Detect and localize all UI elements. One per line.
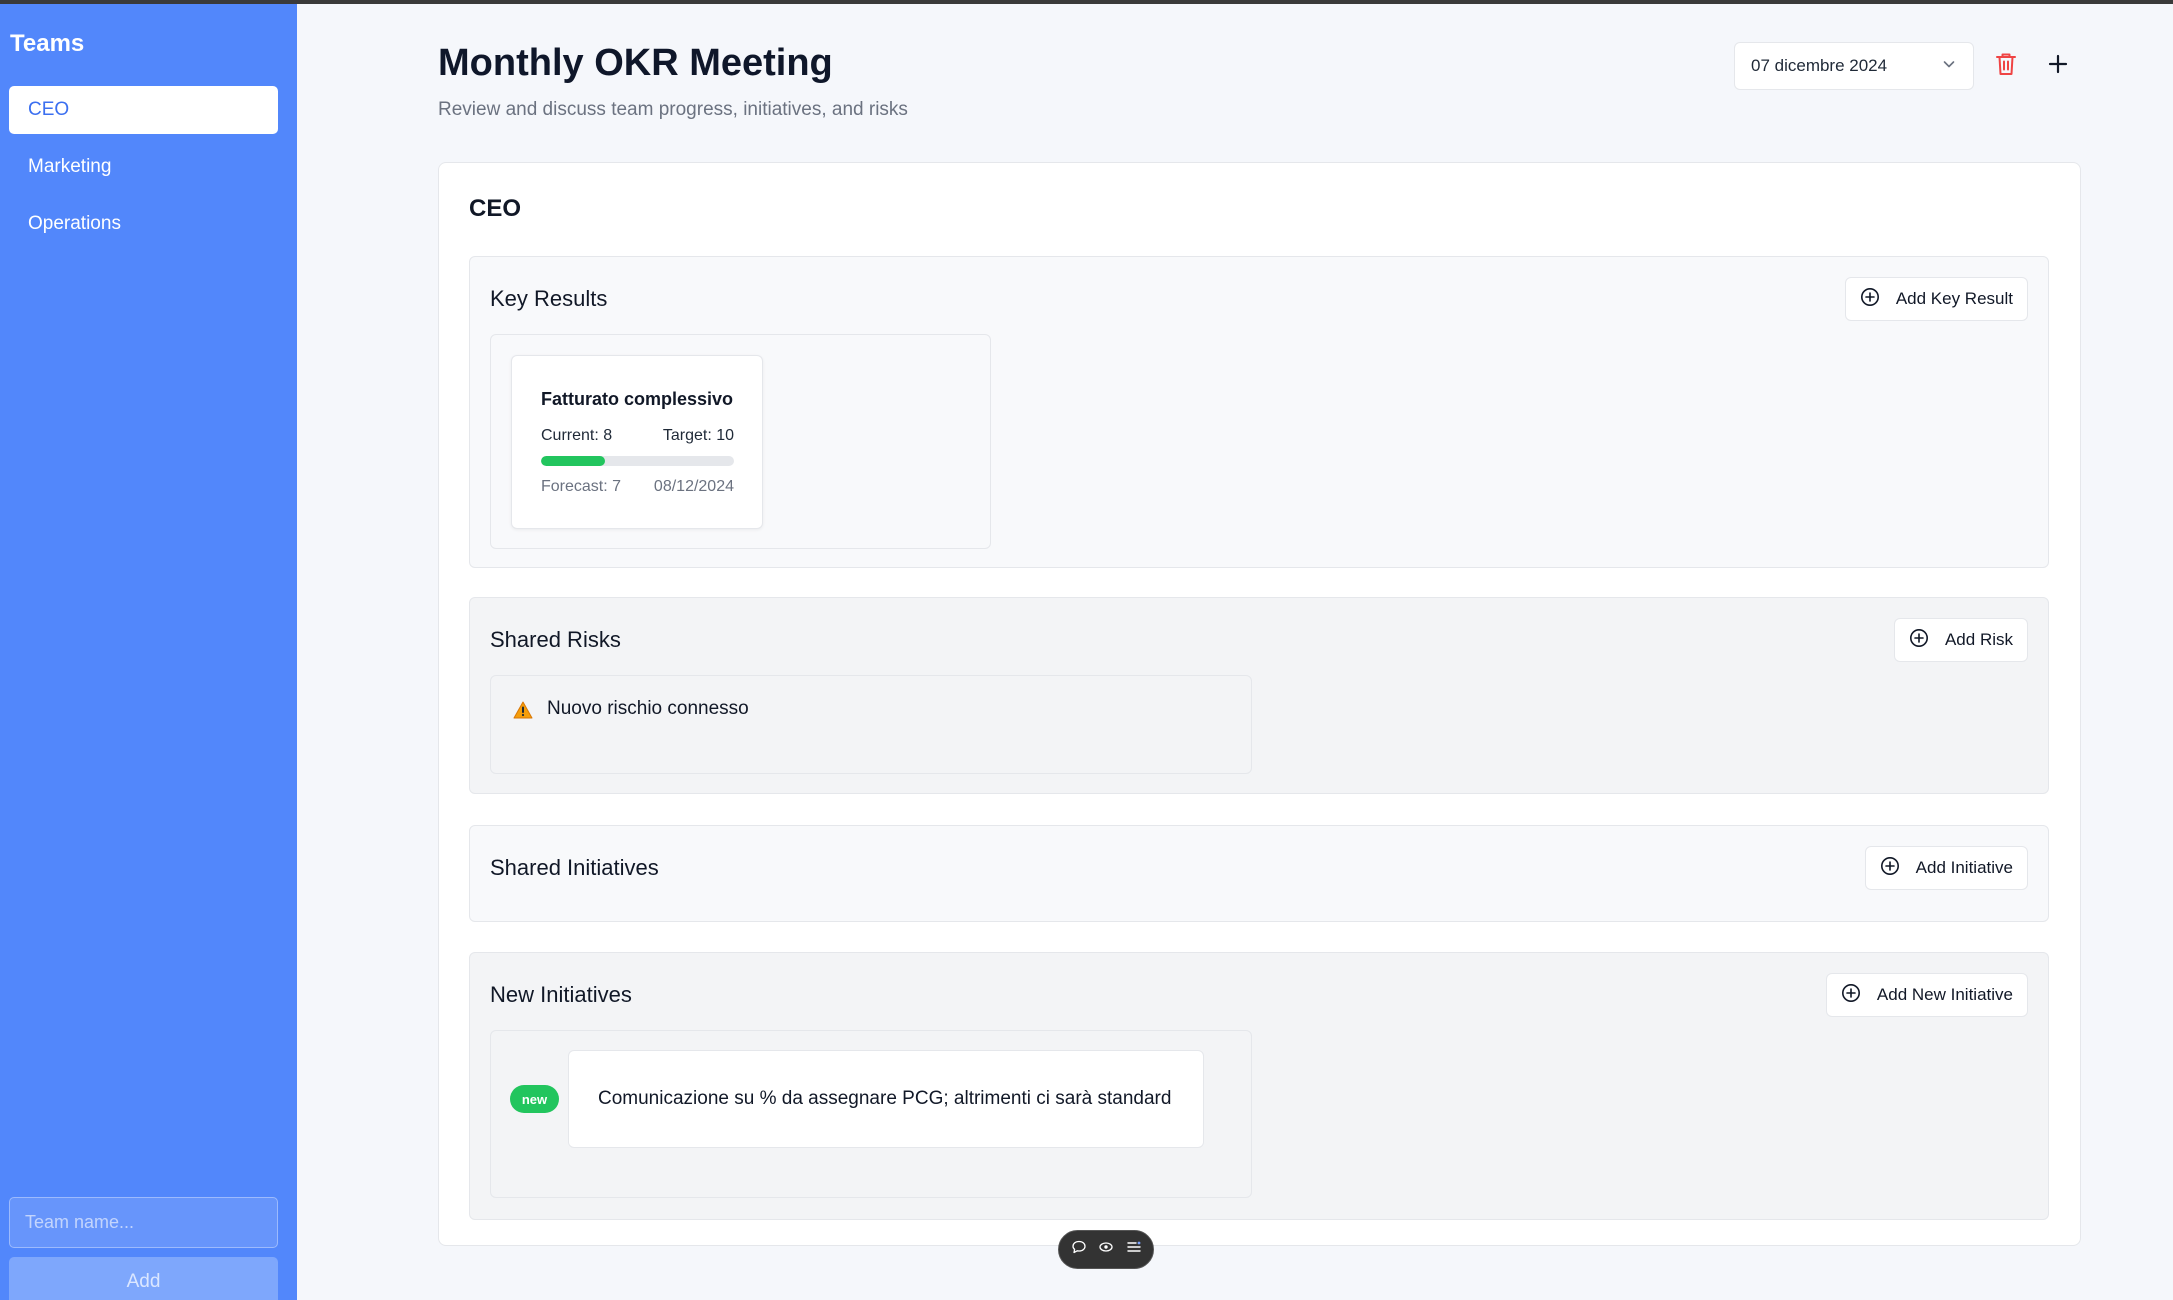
add-initiative-button[interactable]: Add Initiative xyxy=(1864,846,2028,890)
sidebar-item-ceo[interactable]: CEO xyxy=(9,86,278,134)
key-result-name: Fatturato complessivo xyxy=(541,389,734,409)
team-card: CEO Key Results Add Key Result Fatturato… xyxy=(438,162,2081,1246)
initiative-card[interactable]: Comunicazione su % da assegnare PCG; alt… xyxy=(568,1050,1204,1148)
sidebar-title: Teams xyxy=(10,30,85,57)
key-result-progress-fill xyxy=(541,456,605,466)
key-results-title: Key Results xyxy=(490,286,608,311)
key-result-forecast: Forecast: 7 xyxy=(541,478,622,495)
sidebar: Teams CEO Marketing Operations Add xyxy=(0,4,297,1300)
add-new-initiative-button[interactable]: Add New Initiative xyxy=(1825,973,2028,1017)
shared-initiatives-section: Shared Initiatives Add Initiative xyxy=(469,825,2049,922)
floating-toolbar xyxy=(1058,1230,1154,1269)
risk-text: Nuovo rischio connesso xyxy=(547,698,749,719)
add-meeting-button[interactable] xyxy=(2040,48,2076,84)
add-risk-button[interactable]: Add Risk xyxy=(1893,618,2028,662)
add-risk-label: Add Risk xyxy=(1944,630,2013,649)
team-list: CEO Marketing Operations xyxy=(9,86,278,257)
key-results-section: Key Results Add Key Result Fatturato com… xyxy=(469,256,2049,568)
sidebar-item-marketing[interactable]: Marketing xyxy=(9,143,278,191)
trash-icon xyxy=(1994,51,2018,82)
add-team-button[interactable]: Add xyxy=(9,1257,278,1300)
team-name-input[interactable] xyxy=(9,1197,278,1248)
new-initiatives-title: New Initiatives xyxy=(490,982,632,1007)
plus-circle-icon xyxy=(1841,983,1861,1008)
key-result-date: 08/12/2024 xyxy=(653,478,734,495)
shared-risks-title: Shared Risks xyxy=(490,627,621,652)
key-result-card[interactable]: Fatturato complessivo Current: 8 Target:… xyxy=(511,355,763,529)
add-new-initiative-label: Add New Initiative xyxy=(1876,985,2013,1004)
list-icon[interactable] xyxy=(1126,1239,1142,1260)
page-title: Monthly OKR Meeting xyxy=(438,42,833,84)
page-subtitle: Review and discuss team progress, initia… xyxy=(438,99,908,120)
add-key-result-label: Add Key Result xyxy=(1895,289,2013,308)
key-result-progress-bar xyxy=(541,456,734,466)
shared-risks-section: Shared Risks Add Risk Nuovo rischio conn… xyxy=(469,597,2049,794)
comment-icon[interactable] xyxy=(1071,1239,1087,1260)
key-result-target: Target: 10 xyxy=(662,427,734,444)
sidebar-item-operations[interactable]: Operations xyxy=(9,200,278,248)
date-select[interactable]: 07 dicembre 2024 xyxy=(1734,42,1974,90)
eye-icon[interactable] xyxy=(1098,1239,1114,1260)
plus-circle-icon xyxy=(1860,287,1880,312)
shared-initiatives-title: Shared Initiatives xyxy=(490,855,659,880)
key-results-list: Fatturato complessivo Current: 8 Target:… xyxy=(490,334,991,549)
new-initiatives-section: New Initiatives Add New Initiative new C… xyxy=(469,952,2049,1220)
new-badge: new xyxy=(510,1085,559,1113)
key-result-current: Current: 8 xyxy=(541,427,613,444)
date-select-value: 07 dicembre 2024 xyxy=(1751,56,1888,75)
warning-icon xyxy=(513,701,533,724)
chevron-down-icon xyxy=(1941,56,1957,77)
team-card-title: CEO xyxy=(469,195,522,222)
risk-item[interactable]: Nuovo rischio connesso xyxy=(490,675,1252,774)
delete-meeting-button[interactable] xyxy=(1988,48,2024,84)
add-initiative-label: Add Initiative xyxy=(1915,858,2013,877)
plus-circle-icon xyxy=(1880,856,1900,881)
window-top-border xyxy=(0,0,2173,4)
plus-circle-icon xyxy=(1909,628,1929,653)
add-key-result-button[interactable]: Add Key Result xyxy=(1844,277,2028,321)
plus-icon xyxy=(2047,53,2069,80)
new-initiatives-list: new Comunicazione su % da assegnare PCG;… xyxy=(490,1030,1252,1198)
